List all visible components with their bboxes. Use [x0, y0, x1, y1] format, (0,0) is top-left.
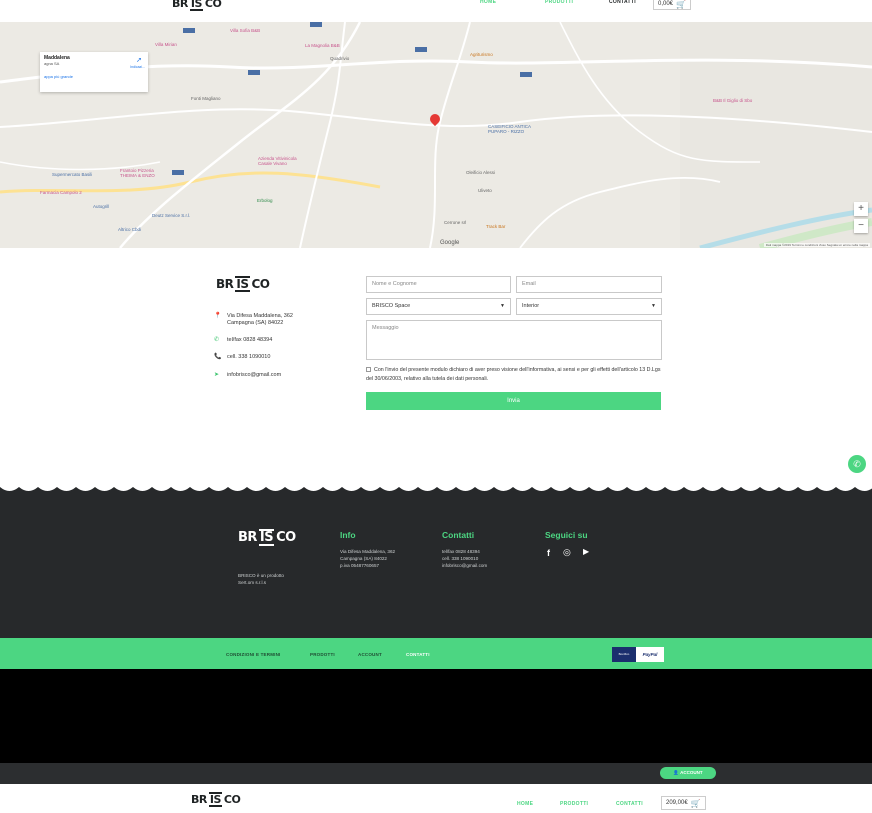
map-label: Villa Mirian — [155, 42, 177, 47]
bank-transfer-logo: Bonifico — [612, 647, 636, 662]
footer-info-text: Via Difesa Maddalena, 362 Campagna (SA) … — [340, 549, 396, 568]
contact-cell-text: cell. 338 1090010 — [227, 354, 271, 360]
footer-link-terms[interactable]: CONDIZIONI E TERMINI — [226, 652, 281, 657]
payment-methods: Bonifico PayPal — [612, 647, 664, 662]
map-label: B&B Il Giglio di Sbo — [713, 98, 753, 103]
consent-text: Con l'invio del presente modulo dichiaro… — [366, 367, 661, 382]
send-icon: ➤ — [214, 372, 220, 378]
cart-icon: 🛒 — [690, 798, 701, 808]
footer-tagline: BRISCO è un prodotto Sert.om s.r.l.s — [238, 573, 284, 585]
contact-telfax-text: tel/fax 0828 48394 — [227, 337, 273, 343]
map-label: Uliveto — [478, 188, 492, 193]
brisco-logo[interactable]: BR IS CO — [191, 792, 241, 807]
footer-contacts-heading: Contatti — [442, 530, 475, 540]
space-select-value: BRISCO Space — [372, 303, 411, 309]
wave-divider — [0, 475, 872, 497]
cart-total: 0,00€ — [658, 1, 674, 7]
cart-button[interactable]: 209,00€ 🛒 — [661, 796, 706, 810]
footer-link-account[interactable]: ACCOUNT — [358, 652, 382, 657]
consent-checkbox[interactable] — [366, 367, 371, 373]
directions-label[interactable]: Indicazi... — [130, 65, 145, 69]
map-label: Supermercato Basili — [52, 172, 93, 177]
directions-icon[interactable]: ➚ — [136, 56, 142, 64]
map-label: Oleificio Alessi — [466, 170, 496, 175]
map-label: Quadrivio — [330, 56, 350, 61]
map-label: Villa Sofia B&B — [230, 28, 261, 33]
contact-email-text: infobrisco@gmail.com — [227, 372, 282, 378]
map-attribution[interactable]: Dati mappa ©2019 Termini e condizioni d'… — [763, 243, 870, 247]
contact-telfax: ✆ tel/fax 0828 48394 — [214, 337, 272, 344]
email-input[interactable]: Email — [516, 276, 662, 293]
map-card-subtitle: agna SA — [44, 61, 60, 66]
top-account-bar: 👤 ACCOUNT — [0, 763, 872, 784]
contact-address: 📍 Via Difesa Maddalena, 362 Campagna (SA… — [214, 313, 293, 327]
map-info-card: Maddalena agna SA appa più grande ➚ Indi… — [40, 52, 148, 92]
nav-contacts[interactable]: CONTATTI — [616, 801, 643, 807]
paypal-logo: PayPal — [642, 652, 658, 657]
nav-home[interactable]: HOME — [480, 0, 496, 5]
chevron-down-icon: ▼ — [500, 303, 505, 309]
consent-row: Con l'invio del presente modulo dichiaro… — [366, 366, 662, 384]
zoom-in-button[interactable]: + — [854, 202, 868, 216]
map-label: Autogrill — [93, 204, 110, 209]
nav-contacts[interactable]: CONTATTI — [609, 0, 636, 5]
top-nav: BR IS CO HOME PRODOTTI CONTATTI 0,00€ 🛒 — [0, 0, 872, 22]
map-label: Cerrone srl — [444, 220, 467, 225]
footer-logo: BR IS CO — [238, 529, 296, 546]
map-label: CASEIFICIO ANTICA PUPARO - RIZZO — [488, 124, 532, 134]
whatsapp-icon[interactable]: ✆ — [848, 455, 866, 473]
map-label: Altrico Cbdi — [118, 227, 142, 232]
send-button[interactable]: Invia — [366, 392, 661, 410]
map-label: Fonti Magliano — [191, 96, 221, 101]
type-select[interactable]: Interior ▼ — [516, 298, 662, 315]
footer-link-products[interactable]: PRODOTTI — [310, 652, 335, 657]
map-label: Erbolog — [257, 198, 273, 203]
cart-icon: 🛒 — [676, 0, 686, 9]
map-label: Agriturismo — [470, 52, 493, 57]
brisco-logo[interactable]: BR IS CO — [172, 0, 222, 11]
footer-info-heading: Info — [340, 530, 356, 540]
contact-cell: 📞 cell. 338 1090010 — [214, 354, 270, 361]
map-label: Track Bar — [486, 224, 506, 229]
map-larger-link[interactable]: appa più grande — [44, 74, 144, 79]
cart-total: 209,00€ — [666, 800, 688, 806]
instagram-icon[interactable]: ◎ — [563, 547, 571, 558]
footer: BR IS CO BRISCO è un prodotto Sert.om s.r.… — [0, 475, 872, 638]
top-nav-2: BR IS CO HOME PRODOTTI CONTATTI 209,00€ 🛒 — [0, 784, 872, 813]
map-label: Azienda Vitivinicola Casale Vivano — [258, 156, 297, 166]
account-button[interactable]: 👤 ACCOUNT — [660, 767, 716, 779]
nav-products[interactable]: PRODOTTI — [545, 0, 573, 5]
nav-home[interactable]: HOME — [517, 801, 533, 807]
cart-button[interactable]: 0,00€ 🛒 — [653, 0, 691, 10]
location-icon: 📍 — [214, 313, 222, 319]
type-select-value: Interior — [522, 303, 540, 309]
name-input[interactable]: Nome e Cognome — [366, 276, 511, 293]
zoom-out-button[interactable]: − — [854, 219, 868, 233]
chevron-down-icon: ▼ — [651, 303, 656, 309]
footer-follow-heading: Seguici su — [545, 530, 588, 540]
map-label: La Magnolia B&B — [305, 43, 340, 48]
contact-logo: BR IS CO — [216, 276, 270, 292]
fax-icon: ✆ — [214, 337, 220, 343]
google-logo: Google — [440, 240, 460, 246]
map-label: Deutz Service S.r.l. — [152, 213, 191, 218]
space-select[interactable]: BRISCO Space ▼ — [366, 298, 511, 315]
map-label: Frantoio Pizzeria THEIMA & ENZO — [120, 168, 155, 178]
facebook-icon[interactable]: f — [547, 548, 550, 558]
youtube-icon[interactable]: ▶ — [583, 547, 589, 556]
nav-products[interactable]: PRODOTTI — [560, 801, 588, 807]
legal-bar: CONDIZIONI E TERMINI PRODOTTI ACCOUNT CO… — [0, 638, 872, 669]
footer-link-contacts[interactable]: CONTATTI — [406, 652, 430, 657]
google-map[interactable]: Maddalena agna SA appa più grande ➚ Indi… — [0, 22, 872, 248]
footer-contacts-text: tel/fax 0828 48394 cell. 338 1090010 inf… — [442, 549, 488, 568]
phone-icon: 📞 — [214, 354, 222, 360]
contact-email: ➤ infobrisco@gmail.com — [214, 372, 281, 379]
contact-address-text: Via Difesa Maddalena, 362 Campagna (SA) … — [227, 313, 293, 326]
message-textarea[interactable]: Messaggio — [366, 320, 662, 360]
map-label: Farmacia Campolo 2 — [40, 190, 82, 195]
